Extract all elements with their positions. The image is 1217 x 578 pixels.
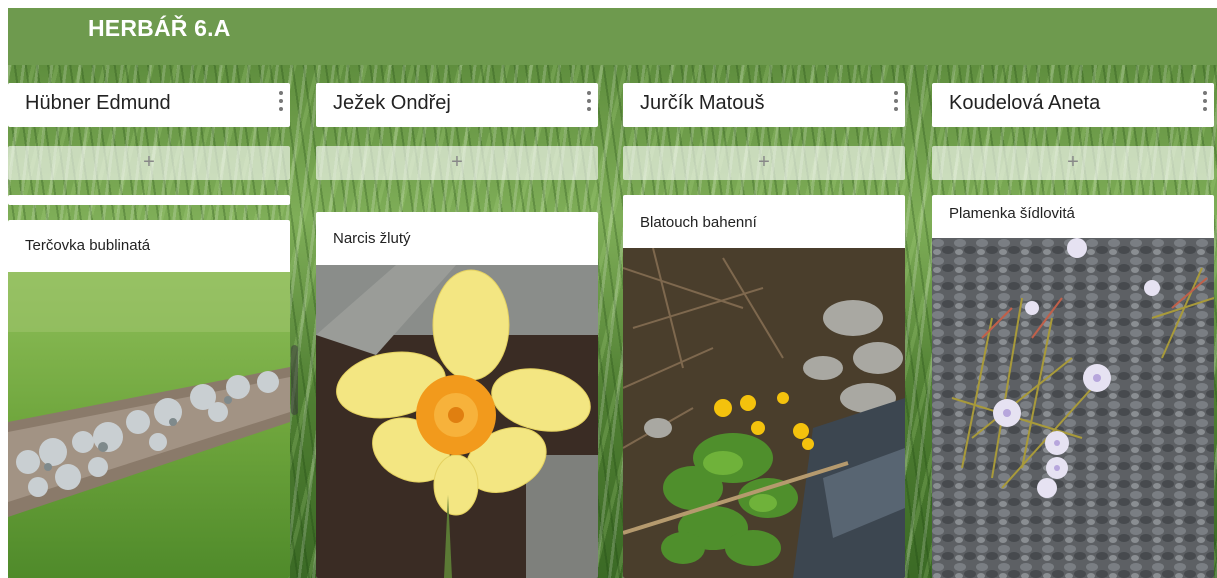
post-title: Blatouch bahenní xyxy=(640,214,757,231)
post-title: Terčovka bublinatá xyxy=(25,237,151,254)
column-jurcik-matous: Jurčík Matouš + Blatouch bahenní xyxy=(623,65,905,578)
padlet-board: HERBÁŘ 6.A Hübner Edmund + Terčovka bubl… xyxy=(8,8,1217,578)
add-post-button[interactable]: + xyxy=(8,146,290,180)
more-vertical-icon[interactable] xyxy=(1202,91,1208,111)
post-image-phlox[interactable] xyxy=(932,238,1214,578)
column-koudelova-aneta: Koudelová Aneta + Plamenka šídlovitá xyxy=(932,65,1214,578)
post-card[interactable]: Plamenka šídlovitá xyxy=(932,195,1214,578)
scrollbar-thumb[interactable] xyxy=(291,345,298,415)
board-canvas-grass-background: Hübner Edmund + Terčovka bublinatá Ježek… xyxy=(8,65,1217,578)
column-title: Hübner Edmund xyxy=(25,92,171,114)
add-post-button[interactable]: + xyxy=(623,146,905,180)
post-image-daffodil[interactable] xyxy=(316,265,598,578)
board-title: HERBÁŘ 6.A xyxy=(88,15,231,41)
board-header: HERBÁŘ 6.A xyxy=(8,8,1217,65)
post-image-marsh-marigold[interactable] xyxy=(623,248,905,578)
post-card[interactable]: Narcis žlutý xyxy=(316,212,598,578)
column-header: Koudelová Aneta xyxy=(932,83,1214,127)
column-title: Koudelová Aneta xyxy=(949,92,1101,114)
column-hubner-edmund: Hübner Edmund + Terčovka bublinatá xyxy=(8,65,290,578)
more-vertical-icon[interactable] xyxy=(893,91,899,111)
add-post-button[interactable]: + xyxy=(932,146,1214,180)
column-header: Jurčík Matouš xyxy=(623,83,905,127)
more-vertical-icon[interactable] xyxy=(278,91,284,111)
add-post-button[interactable]: + xyxy=(316,146,598,180)
column-title: Jurčík Matouš xyxy=(640,92,765,114)
post-card[interactable]: Terčovka bublinatá xyxy=(8,220,290,578)
post-card[interactable]: Blatouch bahenní xyxy=(623,195,905,578)
column-header: Hübner Edmund xyxy=(8,83,290,127)
card-edge xyxy=(8,195,290,205)
more-vertical-icon[interactable] xyxy=(586,91,592,111)
post-image-lichen[interactable] xyxy=(8,272,290,578)
column-title: Ježek Ondřej xyxy=(333,92,451,114)
post-title: Narcis žlutý xyxy=(333,230,411,247)
post-title: Plamenka šídlovitá xyxy=(949,205,1075,222)
column-jezek-ondrej: Ježek Ondřej + Narcis žlutý xyxy=(316,65,598,578)
column-header: Ježek Ondřej xyxy=(316,83,598,127)
